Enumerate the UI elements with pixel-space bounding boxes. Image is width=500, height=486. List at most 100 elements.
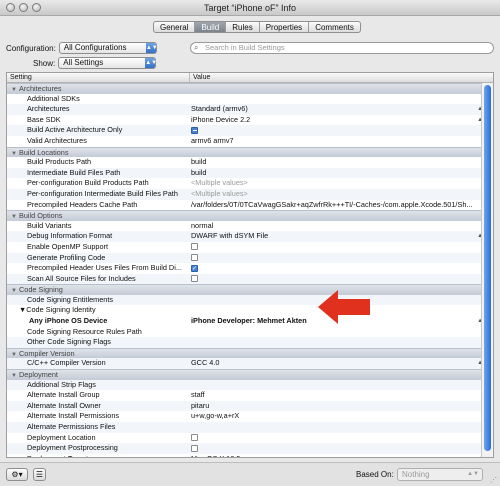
section-header[interactable]: ▼ Build Locations bbox=[7, 146, 493, 158]
table-row[interactable]: Other Code Signing Flags bbox=[7, 337, 493, 348]
minimize-icon[interactable] bbox=[19, 3, 28, 12]
table-row[interactable]: Any iPhone OS Device iPhone Developer: Me… bbox=[7, 316, 493, 327]
section-header[interactable]: ▼ Deployment bbox=[7, 369, 493, 380]
table-row[interactable]: Valid Architectures armv6 armv7 bbox=[7, 136, 493, 147]
table-row[interactable]: Debug Information Format DWARF with dSYM … bbox=[7, 231, 493, 242]
table-row[interactable]: ArchitecturesStandard (armv6)▲▼ bbox=[7, 104, 493, 115]
section-title: Build Options bbox=[19, 211, 63, 221]
list-button[interactable]: ☰ bbox=[33, 468, 46, 481]
table-row[interactable]: Code Signing Entitlements bbox=[7, 294, 493, 306]
section-title: Code Signing bbox=[19, 285, 63, 295]
search-input[interactable]: ⌕ Search in Build Settings bbox=[190, 42, 494, 54]
configuration-label: Configuration: bbox=[6, 43, 56, 53]
setting-value[interactable]: u+w,go-w,a+rX bbox=[189, 411, 481, 422]
setting-value[interactable]: /var/folders/0T/0TCaVwagGSakr+aqZwfrRk++… bbox=[189, 200, 481, 211]
table-row[interactable]: Build Variants normal bbox=[7, 221, 493, 232]
table-row[interactable]: Additional SDKs bbox=[7, 94, 493, 105]
tab-general[interactable]: General bbox=[154, 22, 196, 32]
column-header-value[interactable]: Value bbox=[189, 73, 210, 82]
scrollbar-thumb[interactable] bbox=[484, 85, 491, 451]
setting-value[interactable] bbox=[189, 253, 481, 264]
table-row[interactable]: Build Active Architecture Only bbox=[7, 125, 493, 136]
setting-name: Deployment Postprocessing bbox=[27, 443, 118, 453]
bottom-bar: ⚙▾ ☰ Based On: Nothing ▲▼ ⋰ bbox=[0, 462, 500, 486]
setting-value[interactable] bbox=[189, 125, 481, 136]
setting-value[interactable]: ✓ bbox=[189, 263, 481, 274]
setting-checkbox[interactable] bbox=[191, 243, 198, 251]
setting-value[interactable]: build bbox=[189, 168, 481, 179]
setting-value[interactable]: Standard (armv6) bbox=[189, 104, 481, 115]
table-row[interactable]: Deployment Location bbox=[7, 433, 493, 444]
setting-value[interactable]: pitaru bbox=[189, 401, 481, 412]
section-header[interactable]: ▼ Code Signing bbox=[7, 284, 493, 295]
table-row[interactable]: Build Products Path build bbox=[7, 157, 493, 168]
setting-checkbox[interactable] bbox=[191, 275, 198, 283]
show-select[interactable]: All Settings ▲▼ bbox=[58, 57, 158, 69]
section-header[interactable]: ▼ Build Options bbox=[7, 210, 493, 221]
setting-checkbox[interactable]: ✓ bbox=[191, 264, 198, 272]
setting-value[interactable] bbox=[189, 242, 481, 253]
table-row[interactable]: Intermediate Build Files Path build bbox=[7, 167, 493, 179]
setting-value-text: GCC 4.0 bbox=[191, 358, 220, 368]
table-row[interactable]: Precompiled Header Uses Files From Build… bbox=[7, 263, 493, 274]
table-row[interactable]: C/C++ Compiler VersionGCC 4.0▲▼ bbox=[7, 358, 493, 370]
table-row[interactable]: Alternate Install Permissions u+w,go-w,a+… bbox=[7, 411, 493, 422]
setting-value[interactable]: armv6 armv7 bbox=[189, 136, 481, 147]
vertical-scrollbar[interactable] bbox=[481, 83, 493, 457]
configuration-select[interactable]: All Configurations ▲▼ bbox=[58, 42, 158, 54]
table-row[interactable]: Alternate Install Group staff bbox=[7, 390, 493, 401]
section-header[interactable]: ▼ Architectures bbox=[7, 83, 493, 94]
table-row[interactable]: Generate Profiling Code bbox=[7, 252, 493, 264]
setting-value[interactable]: build bbox=[189, 157, 481, 168]
table-row[interactable]: Per-configuration Intermediate Build Fil… bbox=[7, 188, 493, 200]
setting-value[interactable] bbox=[189, 274, 481, 285]
setting-value[interactable]: staff bbox=[189, 390, 481, 401]
setting-value[interactable]: <Multiple values> bbox=[189, 189, 481, 200]
tab-rules[interactable]: Rules bbox=[226, 22, 260, 32]
tab-build[interactable]: Build bbox=[195, 22, 227, 32]
setting-name: Debug Information Format bbox=[27, 231, 113, 241]
table-row[interactable]: Code Signing Resource Rules Path bbox=[7, 327, 493, 338]
setting-name: Enable OpenMP Support bbox=[27, 241, 108, 251]
table-row[interactable]: Deployment Postprocessing bbox=[7, 443, 493, 454]
popup-arrows-icon: ▲▼ bbox=[145, 43, 158, 53]
table-row[interactable]: Deployment TargetMac OS X 10.5▲▼ bbox=[7, 454, 493, 457]
setting-value[interactable]: GCC 4.0 bbox=[189, 358, 481, 369]
table-row[interactable]: Additional Strip Flags bbox=[7, 379, 493, 391]
setting-value[interactable] bbox=[189, 443, 481, 454]
table-row[interactable]: Alternate Install Owner pitaru bbox=[7, 400, 493, 412]
setting-value[interactable]: <Multiple values> bbox=[189, 178, 481, 189]
tab-comments[interactable]: Comments bbox=[309, 22, 360, 32]
table-row[interactable]: Alternate Permissions Files bbox=[7, 422, 493, 433]
table-row[interactable]: Per-configuration Build Products Path <Mu… bbox=[7, 178, 493, 189]
table-row[interactable]: Base SDKiPhone Device 2.2▲▼ bbox=[7, 115, 493, 126]
table-row[interactable]: Precompiled Headers Cache Path/var/folde… bbox=[7, 200, 493, 211]
resize-grip-icon[interactable]: ⋰ bbox=[490, 476, 497, 484]
gear-button[interactable]: ⚙▾ bbox=[6, 468, 28, 481]
section-header[interactable]: ▼ Compiler Version bbox=[7, 347, 493, 359]
setting-name: Deployment Location bbox=[27, 432, 96, 442]
setting-name: Alternate Install Owner bbox=[27, 400, 101, 410]
setting-value-text: <Multiple values> bbox=[191, 178, 248, 188]
setting-value[interactable] bbox=[189, 433, 481, 444]
setting-value[interactable]: DWARF with dSYM File bbox=[189, 231, 481, 242]
based-on-select[interactable]: Nothing ▲▼ bbox=[397, 468, 483, 481]
setting-checkbox[interactable] bbox=[191, 444, 198, 452]
setting-checkbox[interactable] bbox=[191, 434, 198, 442]
table-row[interactable]: ▼Code Signing Identity bbox=[7, 305, 493, 316]
setting-name: C/C++ Compiler Version bbox=[27, 358, 106, 368]
setting-value[interactable]: iPhone Device 2.2 bbox=[189, 115, 481, 126]
zoom-icon[interactable] bbox=[32, 3, 41, 12]
popup-arrows-icon: ▲▼ bbox=[145, 58, 158, 68]
tab-properties[interactable]: Properties bbox=[260, 22, 310, 32]
close-icon[interactable] bbox=[6, 3, 15, 12]
table-row[interactable]: Scan All Source Files for Includes bbox=[7, 273, 493, 285]
section-title: Build Locations bbox=[19, 147, 69, 157]
setting-checkbox[interactable] bbox=[191, 126, 198, 134]
setting-value[interactable]: normal bbox=[189, 221, 481, 232]
show-row: Show: All Settings ▲▼ bbox=[33, 57, 158, 69]
column-header-setting[interactable]: Setting bbox=[10, 73, 32, 82]
table-row[interactable]: Enable OpenMP Support bbox=[7, 242, 493, 253]
setting-value[interactable]: Mac OS X 10.5 bbox=[189, 454, 481, 457]
setting-checkbox[interactable] bbox=[191, 254, 198, 262]
